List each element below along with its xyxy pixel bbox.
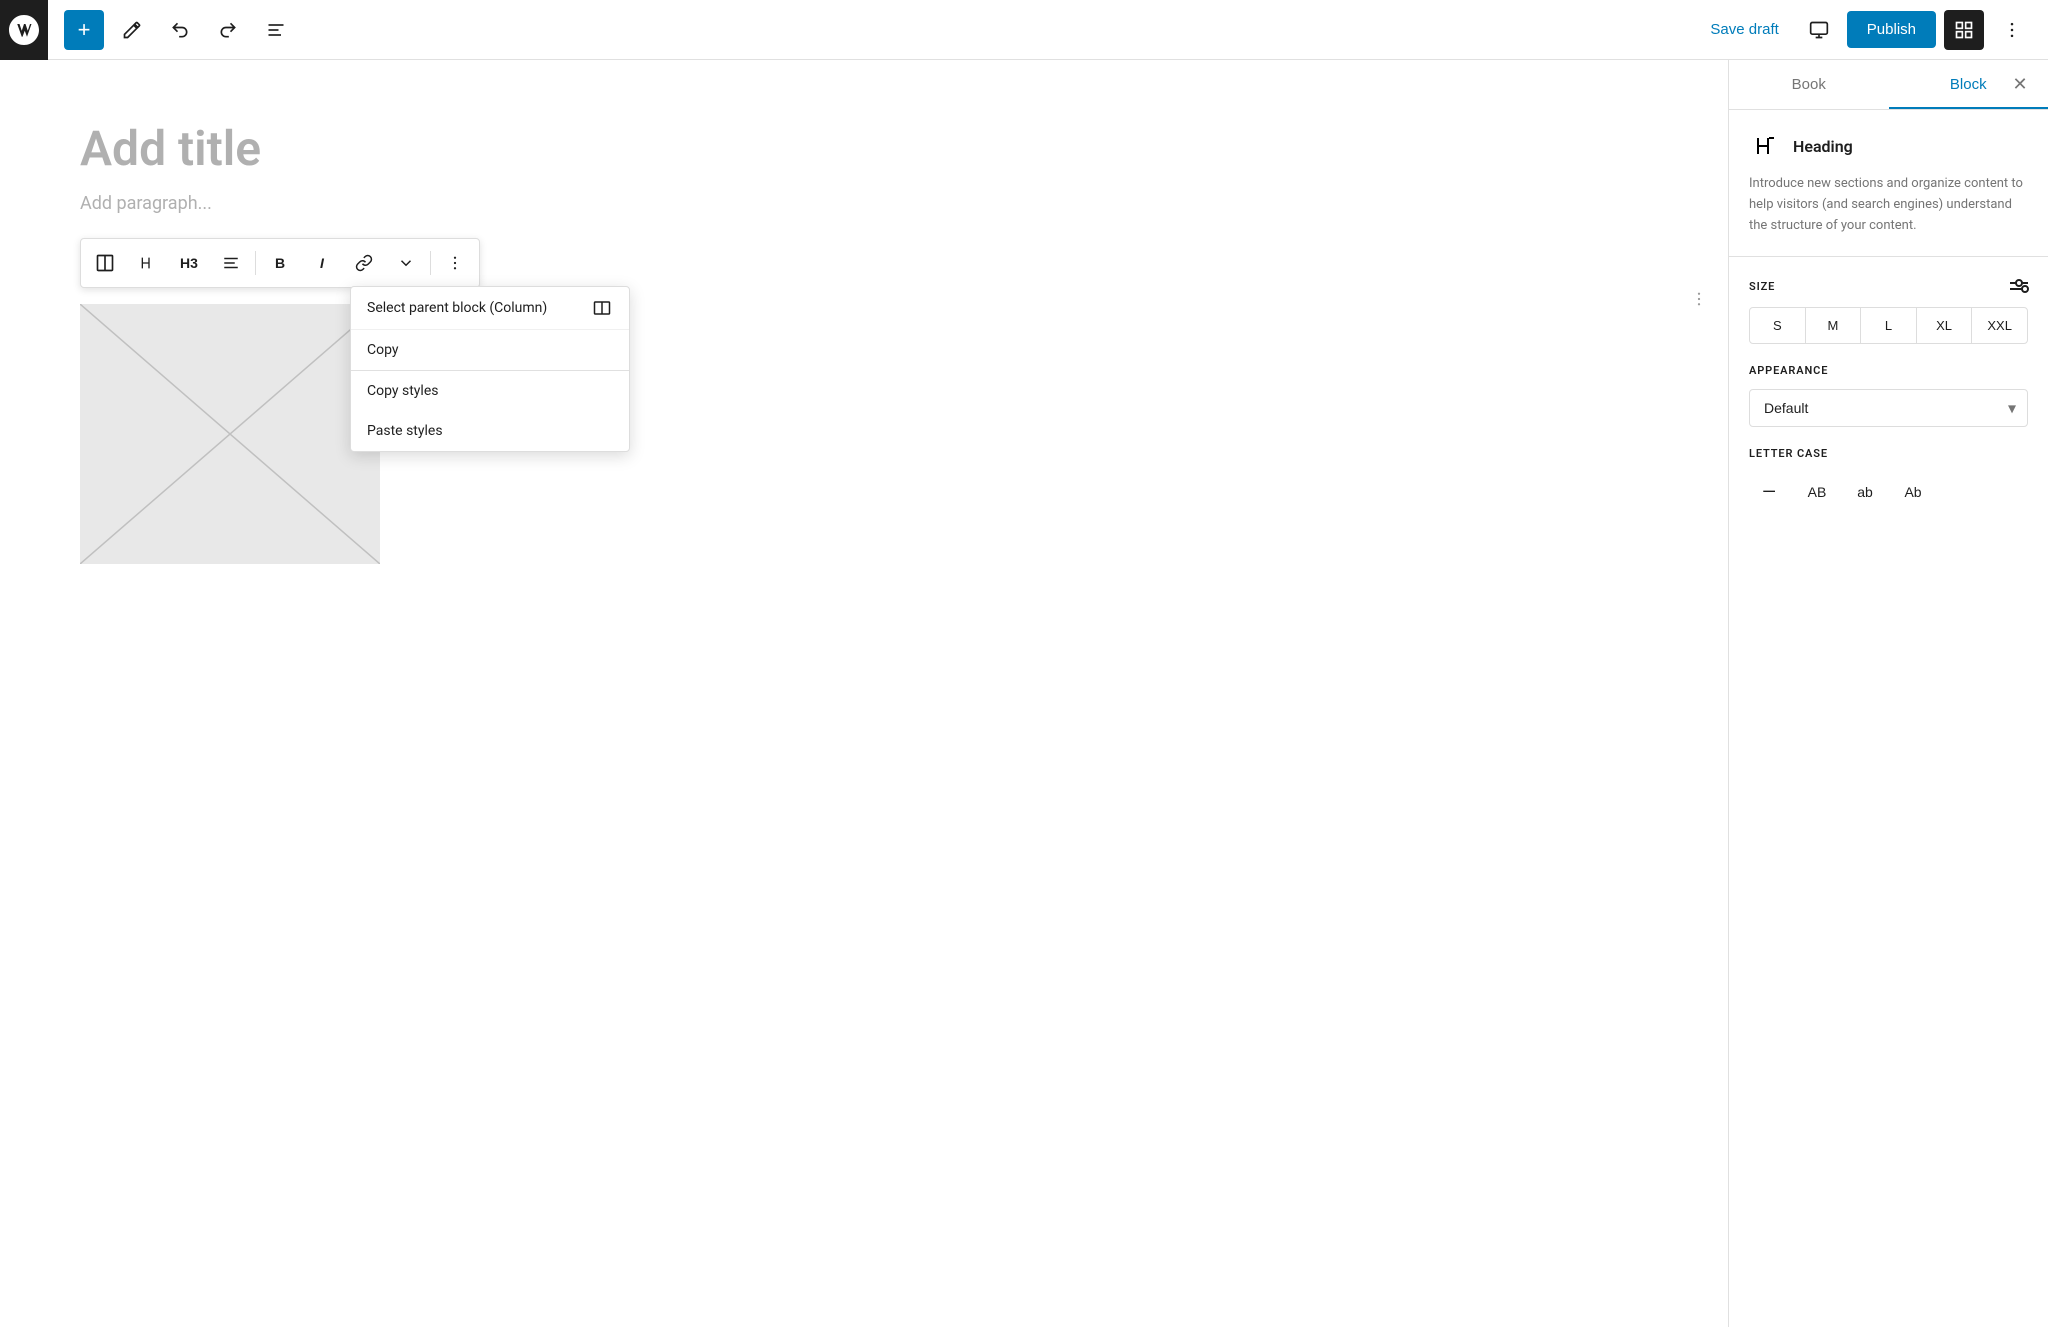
- link-button[interactable]: [344, 243, 384, 283]
- copy-menu-item[interactable]: Copy: [351, 330, 629, 370]
- panel-tabs: Book Block ✕: [1729, 60, 2048, 110]
- select-parent-label: Select parent block (Column): [367, 300, 547, 316]
- copy-styles-menu-item[interactable]: Copy styles: [351, 371, 629, 411]
- wordpress-logo[interactable]: [0, 0, 48, 60]
- more-options-button[interactable]: [1992, 10, 2032, 50]
- size-l-button[interactable]: L: [1861, 308, 1917, 343]
- image-placeholder[interactable]: [80, 304, 380, 564]
- paragraph-block[interactable]: Add paragraph...: [80, 193, 1648, 214]
- block-description: Introduce new sections and organize cont…: [1749, 174, 2028, 236]
- h3-button[interactable]: H3: [169, 243, 209, 283]
- toolbar-divider-2: [430, 251, 431, 275]
- appearance-section-label: APPEARANCE: [1749, 364, 2028, 377]
- publish-button[interactable]: Publish: [1847, 11, 1936, 48]
- letter-case-section-label: LETTER CASE: [1749, 447, 2028, 460]
- size-section-label: SIZE: [1749, 277, 2028, 295]
- size-options: S M L XL XXL: [1749, 307, 2028, 344]
- bold-button[interactable]: B: [260, 243, 300, 283]
- redo-button[interactable]: [208, 10, 248, 50]
- settings-panel-button[interactable]: [1944, 10, 1984, 50]
- align-button[interactable]: [211, 243, 251, 283]
- paste-styles-label: Paste styles: [367, 423, 443, 439]
- block-info-header: Heading: [1749, 130, 2028, 162]
- content-row: Add H3... Add paragraph...: [80, 304, 1648, 564]
- editor-area: Add title Add paragraph... H3: [0, 60, 1728, 1327]
- size-xxl-button[interactable]: XXL: [1972, 308, 2027, 343]
- block-type-title: Heading: [1793, 137, 1853, 156]
- appearance-select[interactable]: Default: [1749, 389, 2028, 427]
- undo-button[interactable]: [160, 10, 200, 50]
- list-view-button[interactable]: [256, 10, 296, 50]
- select-parent-menu-item[interactable]: Select parent block (Column): [351, 287, 629, 330]
- panel-close-button[interactable]: ✕: [2000, 65, 2040, 105]
- block-info-section: Heading Introduce new sections and organ…: [1729, 110, 2048, 257]
- toolbar-divider: [255, 251, 256, 275]
- copy-styles-label: Copy styles: [367, 383, 438, 399]
- copy-label: Copy: [367, 342, 399, 358]
- column-selector-button[interactable]: [85, 243, 125, 283]
- size-s-button[interactable]: S: [1750, 308, 1806, 343]
- letter-case-capitalize-button[interactable]: Ab: [1893, 472, 1933, 512]
- block-toolbar: H3 B I: [80, 238, 480, 288]
- italic-button[interactable]: I: [302, 243, 342, 283]
- tab-book[interactable]: Book: [1729, 60, 1889, 109]
- panel-body: SIZE S M L XL XXL APPEARANCE: [1729, 257, 2048, 532]
- letter-case-lowercase-button[interactable]: ab: [1845, 472, 1885, 512]
- block-options-button[interactable]: [435, 243, 475, 283]
- save-draft-button[interactable]: Save draft: [1698, 13, 1790, 46]
- paste-styles-menu-item[interactable]: Paste styles: [351, 411, 629, 451]
- context-menu: Select parent block (Column) Copy Copy s…: [350, 286, 630, 452]
- add-block-button[interactable]: +: [64, 10, 104, 50]
- letter-case-options: — AB ab Ab: [1749, 472, 2028, 512]
- appearance-select-wrapper: Default ▾: [1749, 389, 2028, 427]
- side-panel: Book Block ✕ Heading Introduce new secti…: [1728, 60, 2048, 1327]
- main-toolbar: + Save draft Publish: [0, 0, 2048, 60]
- letter-case-uppercase-button[interactable]: AB: [1797, 472, 1837, 512]
- title-block[interactable]: Add title: [80, 120, 1648, 177]
- view-button[interactable]: [1799, 10, 1839, 50]
- size-xl-button[interactable]: XL: [1917, 308, 1973, 343]
- draw-tool-button[interactable]: [112, 10, 152, 50]
- filter-icon[interactable]: [2010, 277, 2028, 295]
- heading-block-icon: [1749, 130, 1781, 162]
- block-type-button[interactable]: [127, 243, 167, 283]
- letter-case-none[interactable]: —: [1749, 482, 1789, 503]
- block-more-options[interactable]: [1690, 290, 1708, 312]
- more-rich-text-button[interactable]: [386, 243, 426, 283]
- size-m-button[interactable]: M: [1806, 308, 1862, 343]
- main-layout: Add title Add paragraph... H3: [0, 60, 2048, 1327]
